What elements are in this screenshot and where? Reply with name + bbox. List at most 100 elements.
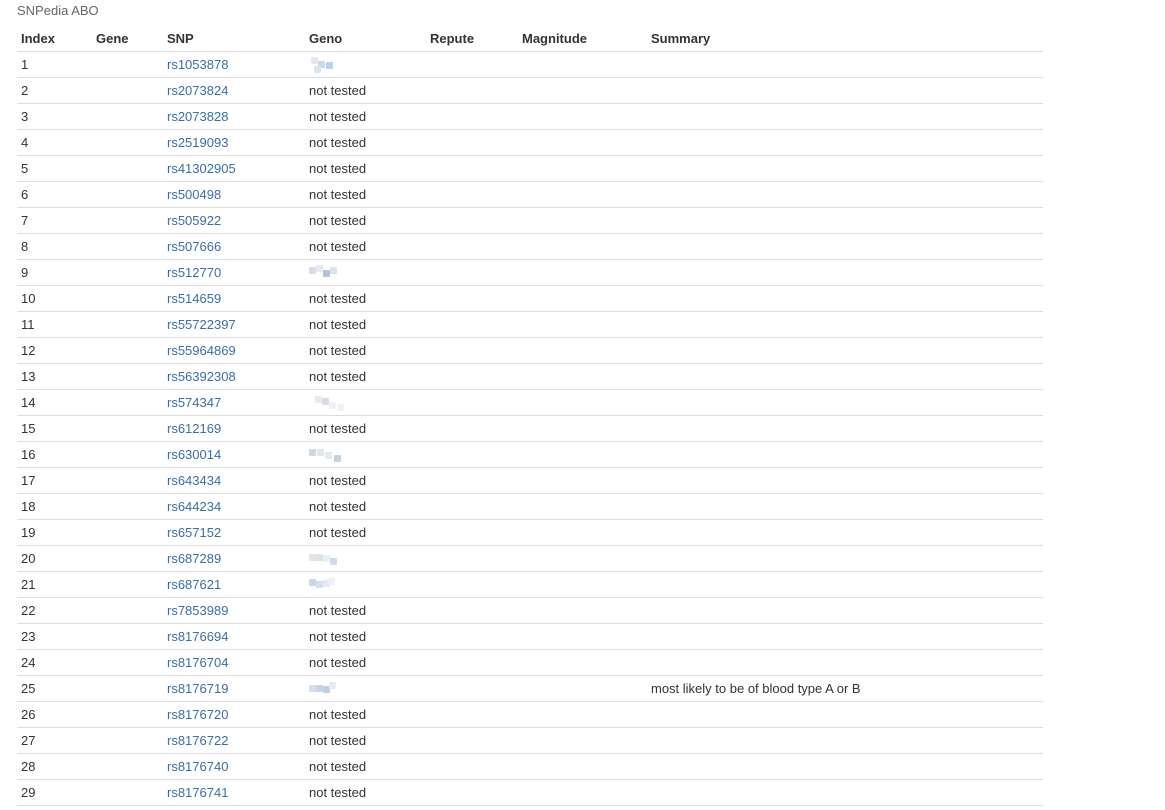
table-body: 1 rs1053878 2 rs2073824 not tested 3 rs2073828… (17, 51, 1043, 806)
cell-summary (647, 779, 1043, 806)
cell-index: 16 (17, 441, 92, 468)
cell-geno: not tested (305, 467, 426, 494)
cell-magnitude (518, 649, 647, 676)
table-row: 3 rs2073828 not tested (17, 103, 1043, 130)
cell-gene (92, 311, 163, 338)
table-row: 5 rs41302905 not tested (17, 155, 1043, 182)
cell-summary (647, 337, 1043, 364)
cell-magnitude (518, 493, 647, 520)
blurred-genotype (309, 395, 344, 411)
genotype-value: not tested (309, 239, 367, 254)
snp-link[interactable]: rs8176722 (167, 733, 228, 748)
cell-index: 4 (17, 129, 92, 156)
snp-link[interactable]: rs8176694 (167, 629, 228, 644)
cell-repute (426, 701, 518, 728)
column-header-index[interactable]: Index (17, 26, 92, 52)
genotype-value: not tested (309, 759, 367, 774)
column-header-repute[interactable]: Repute (426, 26, 518, 52)
cell-snp: rs7853989 (163, 597, 305, 624)
snp-link[interactable]: rs657152 (167, 525, 221, 540)
snp-link[interactable]: rs7853989 (167, 603, 228, 618)
cell-gene (92, 493, 163, 520)
genotype-value: not tested (309, 421, 367, 436)
cell-geno: not tested (305, 753, 426, 780)
cell-snp: rs8176722 (163, 727, 305, 754)
cell-magnitude (518, 441, 647, 468)
cell-geno: not tested (305, 103, 426, 130)
column-header-geno[interactable]: Geno (305, 26, 426, 52)
snp-link[interactable]: rs687621 (167, 577, 221, 592)
cell-repute (426, 259, 518, 286)
table-row: 25 rs8176719 most likely to be of blood ty… (17, 675, 1043, 702)
snp-link[interactable]: rs8176720 (167, 707, 228, 722)
cell-gene (92, 701, 163, 728)
snp-link[interactable]: rs55722397 (167, 317, 236, 332)
snp-link[interactable]: rs507666 (167, 239, 221, 254)
snp-link[interactable]: rs644234 (167, 499, 221, 514)
genotype-value: not tested (309, 187, 367, 202)
table-row: 15 rs612169 not tested (17, 415, 1043, 442)
snp-link[interactable]: rs56392308 (167, 369, 236, 384)
snp-link[interactable]: rs55964869 (167, 343, 236, 358)
table-row: 1 rs1053878 (17, 51, 1043, 78)
cell-gene (92, 233, 163, 260)
table-row: 8 rs507666 not tested (17, 233, 1043, 260)
snp-link[interactable]: rs8176719 (167, 681, 228, 696)
table-row: 26 rs8176720 not tested (17, 701, 1043, 728)
column-header-snp[interactable]: SNP (163, 26, 305, 52)
snp-link[interactable]: rs512770 (167, 265, 221, 280)
snp-link[interactable]: rs2073828 (167, 109, 228, 124)
cell-index: 27 (17, 727, 92, 754)
snp-link[interactable]: rs2519093 (167, 135, 228, 150)
snp-link[interactable]: rs41302905 (167, 161, 236, 176)
cell-summary (647, 467, 1043, 494)
cell-geno (305, 545, 426, 572)
snp-link[interactable]: rs574347 (167, 395, 221, 410)
cell-summary (647, 207, 1043, 234)
snp-link[interactable]: rs1053878 (167, 57, 228, 72)
blurred-genotype (309, 447, 341, 463)
cell-repute (426, 571, 518, 598)
cell-gene (92, 129, 163, 156)
snp-link[interactable]: rs500498 (167, 187, 221, 202)
cell-magnitude (518, 363, 647, 390)
cell-magnitude (518, 259, 647, 286)
cell-snp: rs514659 (163, 285, 305, 312)
blurred-genotype (309, 551, 339, 567)
cell-index: 20 (17, 545, 92, 572)
cell-summary (647, 233, 1043, 260)
genotype-value: not tested (309, 291, 367, 306)
snp-link[interactable]: rs687289 (167, 551, 221, 566)
snp-link[interactable]: rs643434 (167, 473, 221, 488)
table-row: 17 rs643434 not tested (17, 467, 1043, 494)
cell-geno: not tested (305, 727, 426, 754)
cell-repute (426, 77, 518, 104)
snp-link[interactable]: rs2073824 (167, 83, 228, 98)
column-header-summary[interactable]: Summary (647, 26, 1043, 52)
snp-link[interactable]: rs612169 (167, 421, 221, 436)
cell-repute (426, 675, 518, 702)
cell-snp: rs2073824 (163, 77, 305, 104)
snp-link[interactable]: rs8176740 (167, 759, 228, 774)
cell-repute (426, 129, 518, 156)
cell-geno: not tested (305, 649, 426, 676)
cell-gene (92, 727, 163, 754)
snp-link[interactable]: rs630014 (167, 447, 221, 462)
cell-summary (647, 519, 1043, 546)
cell-gene (92, 571, 163, 598)
cell-index: 25 (17, 675, 92, 702)
cell-magnitude (518, 181, 647, 208)
cell-magnitude (518, 415, 647, 442)
column-header-gene[interactable]: Gene (92, 26, 163, 52)
table-row: 20 rs687289 (17, 545, 1043, 572)
snp-link[interactable]: rs8176704 (167, 655, 228, 670)
snp-link[interactable]: rs514659 (167, 291, 221, 306)
genotype-value: not tested (309, 629, 367, 644)
snp-link[interactable]: rs8176741 (167, 785, 228, 800)
cell-geno (305, 389, 426, 416)
cell-gene (92, 51, 163, 78)
column-header-magnitude[interactable]: Magnitude (518, 26, 647, 52)
snp-link[interactable]: rs505922 (167, 213, 221, 228)
cell-gene (92, 77, 163, 104)
cell-summary (647, 623, 1043, 650)
